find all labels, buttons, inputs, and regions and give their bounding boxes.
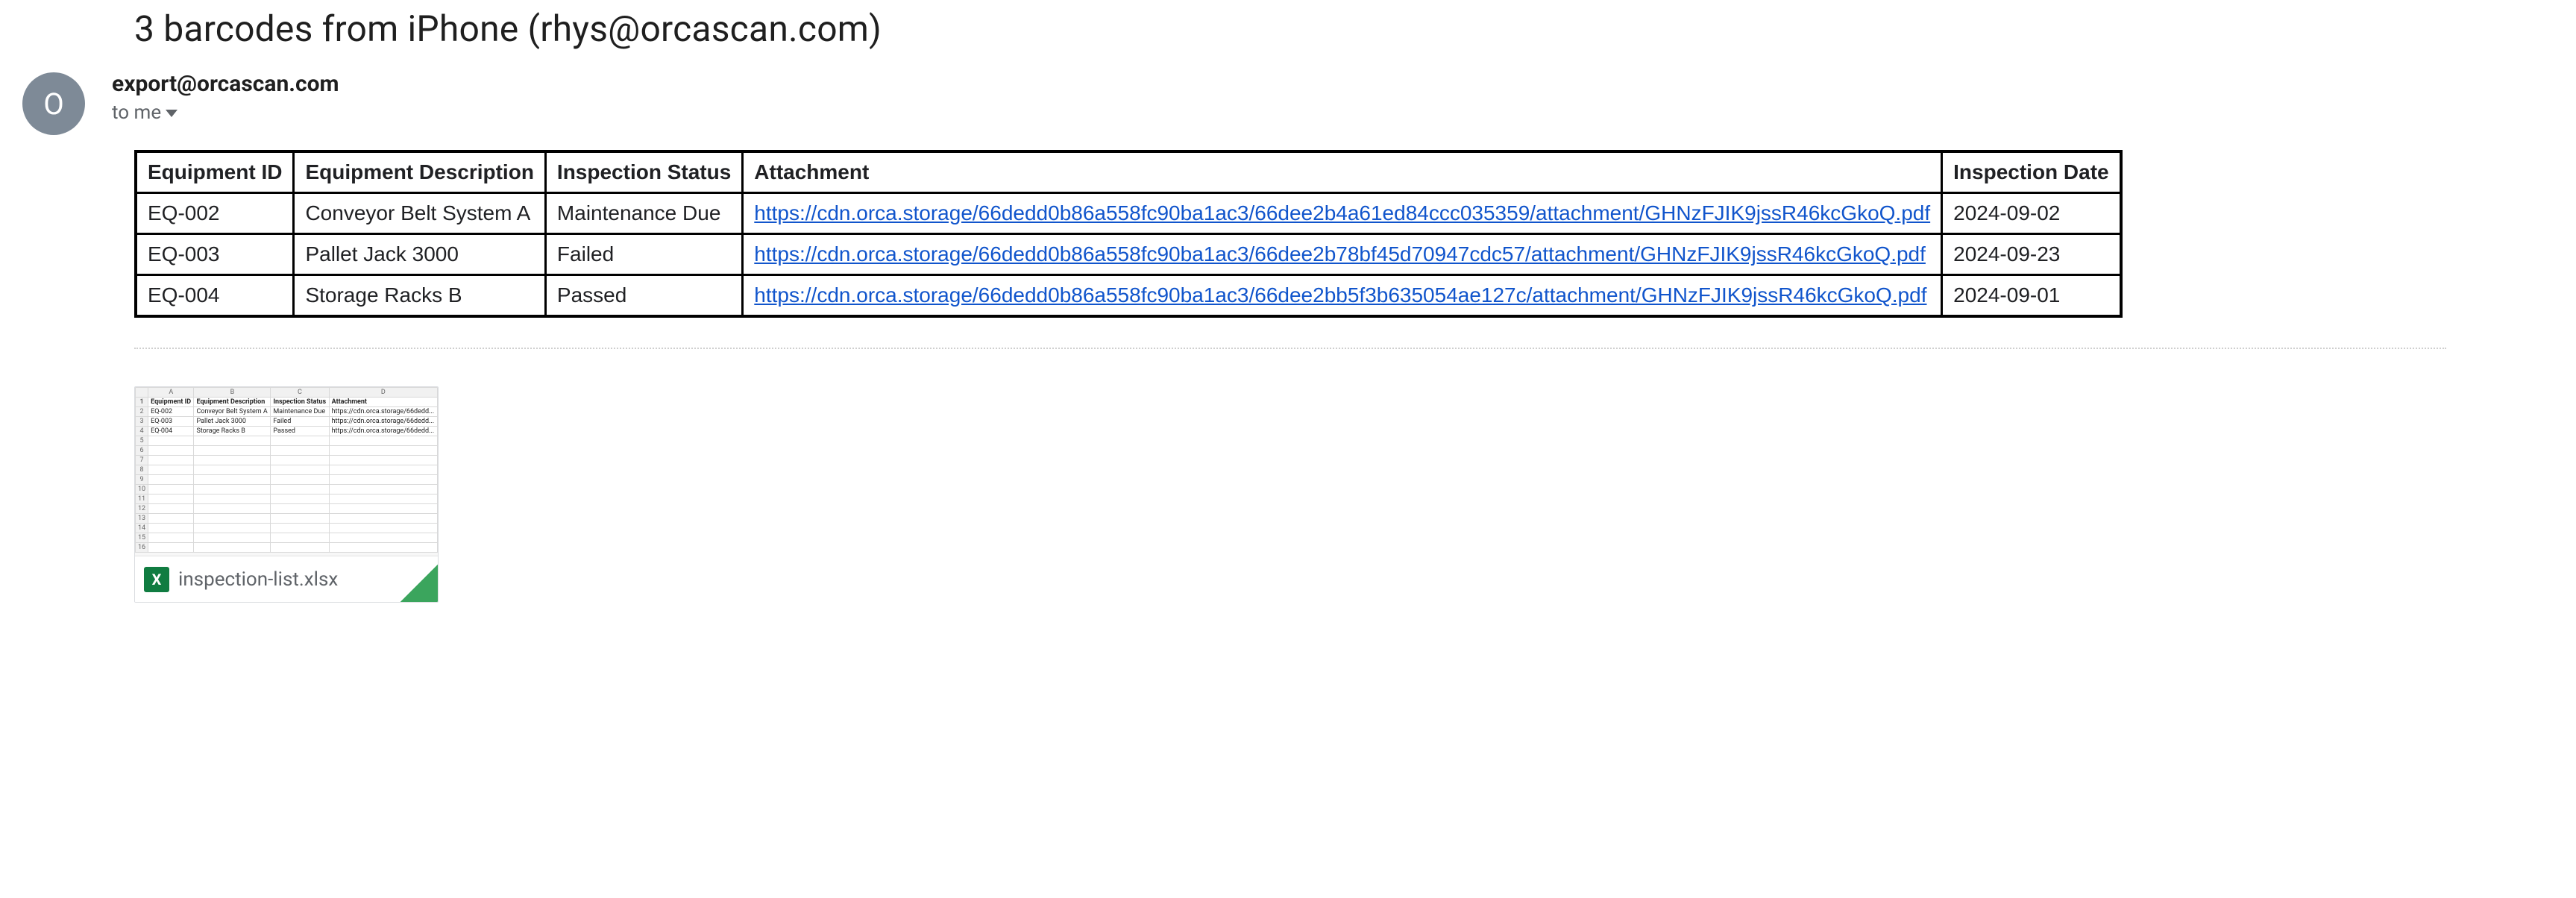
- dog-ear-icon: [400, 565, 438, 602]
- cell-equipment-id: EQ-002: [136, 193, 294, 234]
- inspection-table: Equipment ID Equipment Description Inspe…: [134, 150, 2123, 318]
- table-row: EQ-003 Pallet Jack 3000 Failed https://c…: [136, 234, 2121, 275]
- cell-inspection-date: 2024-09-01: [1942, 275, 2121, 317]
- attachment-link[interactable]: https://cdn.orca.storage/66dedd0b86a558f…: [754, 242, 1926, 266]
- col-header-attachment: Attachment: [743, 151, 1942, 193]
- sender-address[interactable]: export@orcascan.com: [112, 71, 339, 97]
- cell-equipment-description: Pallet Jack 3000: [294, 234, 545, 275]
- cell-equipment-description: Storage Racks B: [294, 275, 545, 317]
- cell-equipment-description: Conveyor Belt System A: [294, 193, 545, 234]
- table-row: EQ-002 Conveyor Belt System A Maintenanc…: [136, 193, 2121, 234]
- email-header: O export@orcascan.com to me: [22, 71, 2576, 135]
- col-header-inspection-date: Inspection Date: [1942, 151, 2121, 193]
- recipient-dropdown[interactable]: to me: [112, 101, 339, 124]
- recipient-label: to me: [112, 101, 161, 124]
- cell-inspection-date: 2024-09-23: [1942, 234, 2121, 275]
- cell-equipment-id: EQ-003: [136, 234, 294, 275]
- section-divider: [134, 348, 2446, 349]
- attachment-chip[interactable]: A B C D 1 Equipment ID Equipment Descrip…: [134, 386, 439, 603]
- attachment-link[interactable]: https://cdn.orca.storage/66dedd0b86a558f…: [754, 283, 1926, 307]
- cell-inspection-status: Failed: [545, 234, 742, 275]
- col-header-equipment-id: Equipment ID: [136, 151, 294, 193]
- excel-icon: X: [144, 567, 169, 592]
- email-subject: 3 barcodes from iPhone (rhys@orcascan.co…: [134, 7, 2576, 50]
- col-header-equipment-description: Equipment Description: [294, 151, 545, 193]
- attachment-preview: A B C D 1 Equipment ID Equipment Descrip…: [135, 387, 438, 556]
- sender-avatar[interactable]: O: [22, 72, 85, 135]
- cell-inspection-status: Passed: [545, 275, 742, 317]
- attachment-link[interactable]: https://cdn.orca.storage/66dedd0b86a558f…: [754, 201, 1930, 224]
- attachment-filename: inspection-list.xlsx: [178, 568, 338, 591]
- col-header-inspection-status: Inspection Status: [545, 151, 742, 193]
- cell-equipment-id: EQ-004: [136, 275, 294, 317]
- table-row: EQ-004 Storage Racks B Passed https://cd…: [136, 275, 2121, 317]
- cell-inspection-date: 2024-09-02: [1942, 193, 2121, 234]
- chevron-down-icon: [166, 110, 178, 117]
- cell-inspection-status: Maintenance Due: [545, 193, 742, 234]
